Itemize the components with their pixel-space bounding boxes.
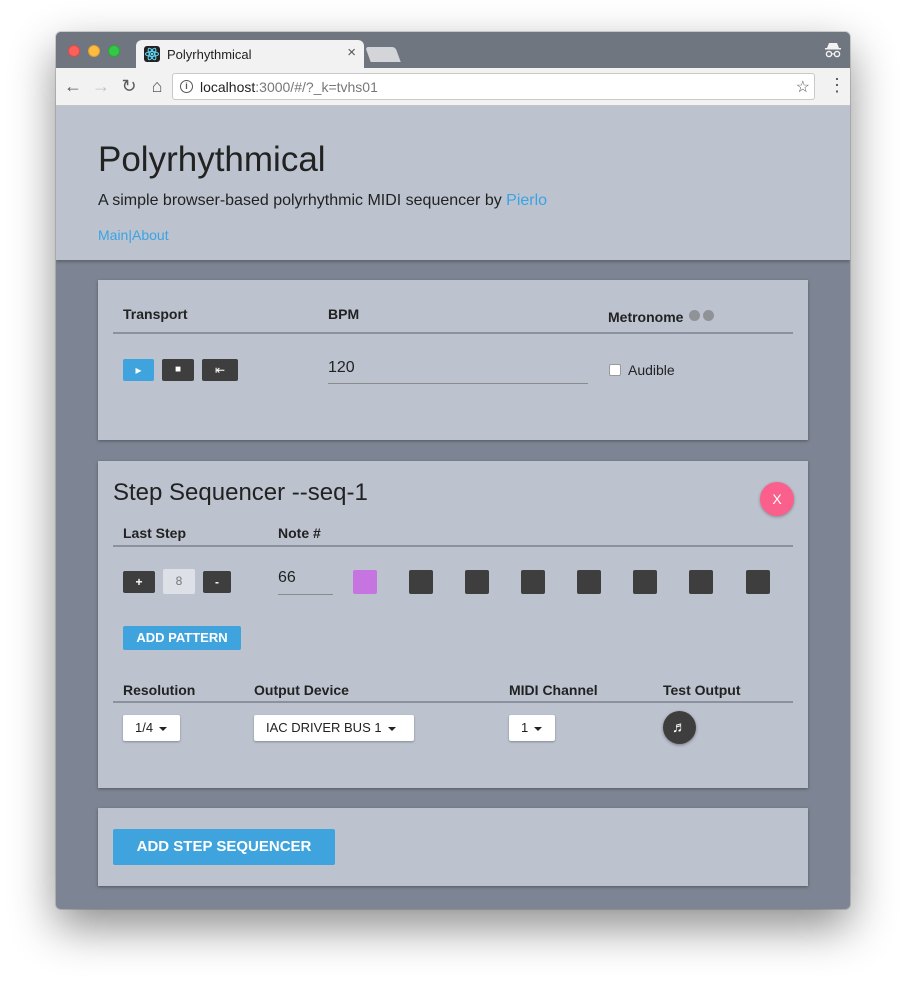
output-device-select[interactable]: IAC DRIVER BUS 1 bbox=[254, 715, 414, 741]
incognito-icon bbox=[824, 42, 842, 58]
audible-checkbox[interactable] bbox=[609, 364, 621, 376]
url-host: localhost bbox=[200, 79, 256, 95]
close-tab-icon[interactable]: × bbox=[347, 45, 356, 61]
url-text[interactable]: localhost:3000/#/?_k=tvhs01 bbox=[200, 79, 378, 95]
step-button[interactable] bbox=[465, 570, 489, 594]
decrement-step-button[interactable]: - bbox=[203, 571, 231, 593]
step-button[interactable] bbox=[353, 570, 377, 594]
remove-sequencer-button[interactable]: X bbox=[760, 482, 794, 516]
react-icon bbox=[144, 46, 160, 62]
bookmark-star-icon[interactable]: ☆ bbox=[796, 77, 810, 97]
sequencer-title: Step Sequencer --seq-1 bbox=[113, 479, 368, 506]
add-pattern-button[interactable]: ADD PATTERN bbox=[123, 626, 241, 650]
resolution-select[interactable]: 1/4 bbox=[123, 715, 180, 741]
tab-polyrhythmical[interactable]: Polyrhythmical × bbox=[136, 40, 364, 68]
audible-label: Audible bbox=[628, 362, 675, 378]
note-label: Note # bbox=[278, 525, 321, 541]
url-path: :3000/#/?_k=tvhs01 bbox=[255, 79, 378, 95]
note-number-input[interactable]: 66 bbox=[278, 567, 333, 595]
page-content: Polyrhythmical A simple browser-based po… bbox=[56, 106, 850, 909]
chevron-down-icon bbox=[159, 726, 168, 731]
step-sequencer-card: Step Sequencer --seq-1 X Last Step Note … bbox=[98, 461, 808, 788]
info-icon[interactable]: i bbox=[180, 80, 193, 93]
chevron-down-icon bbox=[534, 726, 543, 731]
maximize-window-button[interactable] bbox=[108, 45, 120, 57]
stop-button[interactable]: ■ bbox=[162, 359, 194, 381]
metronome-indicator-dot bbox=[703, 310, 714, 321]
step-button[interactable] bbox=[577, 570, 601, 594]
test-output-button[interactable]: ♬ bbox=[663, 711, 696, 744]
main-nav: Main|About bbox=[98, 227, 169, 243]
midi-channel-value: 1 bbox=[521, 720, 529, 735]
increment-step-button[interactable]: + bbox=[123, 571, 155, 593]
bpm-input[interactable]: 120 bbox=[328, 358, 588, 384]
music-note-icon: ♬ bbox=[672, 719, 687, 736]
transport-label: Transport bbox=[123, 306, 188, 322]
output-device-label: Output Device bbox=[254, 682, 349, 698]
add-sequencer-card: ADD STEP SEQUENCER bbox=[98, 808, 808, 886]
play-button[interactable]: ▸ bbox=[123, 359, 154, 381]
more-menu-icon[interactable]: ⋮ bbox=[828, 76, 846, 96]
transport-divider bbox=[113, 332, 793, 334]
last-step-label: Last Step bbox=[123, 525, 187, 541]
metronome-label: Metronome bbox=[608, 309, 684, 325]
reload-icon[interactable]: ↻ bbox=[119, 76, 139, 96]
midi-channel-select[interactable]: 1 bbox=[509, 715, 555, 741]
nav-link-main[interactable]: Main bbox=[98, 227, 128, 243]
new-tab-button[interactable] bbox=[365, 47, 401, 62]
minimize-window-button[interactable] bbox=[88, 45, 100, 57]
step-button[interactable] bbox=[689, 570, 713, 594]
resolution-label: Resolution bbox=[123, 682, 196, 698]
resolution-value: 1/4 bbox=[135, 720, 154, 735]
back-arrow-icon[interactable]: ← bbox=[63, 76, 83, 96]
midi-channel-label: MIDI Channel bbox=[509, 682, 598, 698]
settings-divider bbox=[113, 701, 793, 703]
forward-arrow-icon[interactable]: → bbox=[91, 76, 111, 96]
chevron-down-icon bbox=[387, 726, 396, 731]
author-link[interactable]: Pierlo bbox=[506, 192, 547, 209]
close-window-button[interactable] bbox=[68, 45, 80, 57]
sequencer-divider bbox=[113, 545, 793, 547]
tab-title: Polyrhythmical bbox=[167, 47, 252, 62]
step-button[interactable] bbox=[521, 570, 545, 594]
tagline-text: A simple browser-based polyrhythmic MIDI… bbox=[98, 192, 507, 209]
transport-card: Transport BPM Metronome ▸ ■ ⇤ 120 Audibl… bbox=[98, 280, 808, 440]
nav-link-about[interactable]: About bbox=[132, 227, 169, 243]
app-header: Polyrhythmical A simple browser-based po… bbox=[56, 106, 850, 260]
home-icon[interactable]: ⌂ bbox=[147, 76, 167, 96]
tagline: A simple browser-based polyrhythmic MIDI… bbox=[98, 192, 547, 210]
step-button[interactable] bbox=[633, 570, 657, 594]
address-bar[interactable]: i localhost:3000/#/?_k=tvhs01 ☆ bbox=[172, 73, 815, 100]
address-toolbar: ← → ↻ ⌂ i localhost:3000/#/?_k=tvhs01 ☆ … bbox=[56, 68, 850, 106]
metronome-indicator-dot bbox=[689, 310, 700, 321]
bpm-label: BPM bbox=[328, 306, 360, 322]
output-device-value: IAC DRIVER BUS 1 bbox=[266, 720, 382, 735]
add-step-sequencer-button[interactable]: ADD STEP SEQUENCER bbox=[113, 829, 335, 865]
rewind-button[interactable]: ⇤ bbox=[202, 359, 238, 381]
step-button[interactable] bbox=[746, 570, 770, 594]
step-button[interactable] bbox=[409, 570, 433, 594]
page-title: Polyrhythmical bbox=[98, 140, 326, 179]
test-output-label: Test Output bbox=[663, 682, 741, 698]
last-step-value: 8 bbox=[163, 569, 195, 594]
browser-window: Polyrhythmical × ← → ↻ ⌂ i localhost:300… bbox=[56, 32, 850, 909]
title-bar: Polyrhythmical × bbox=[56, 32, 850, 68]
